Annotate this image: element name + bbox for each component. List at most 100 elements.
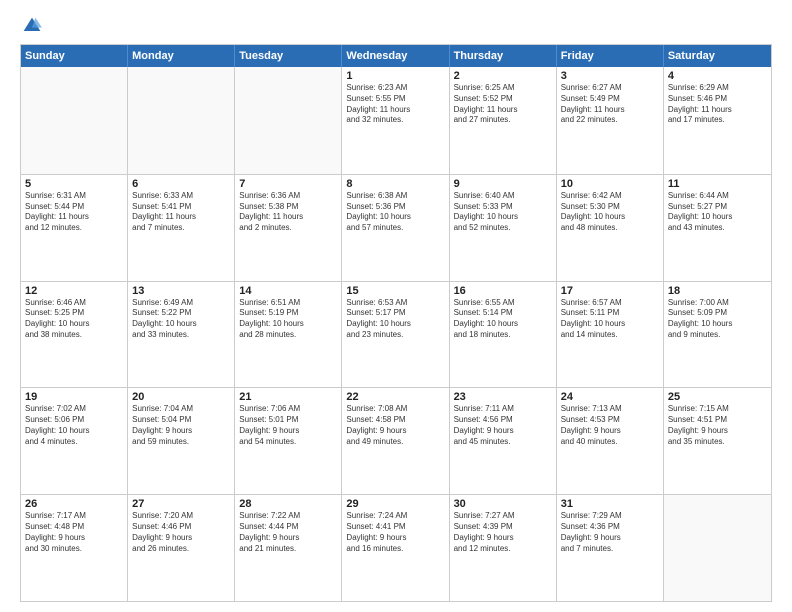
day-cell-11: 11Sunrise: 6:44 AM Sunset: 5:27 PM Dayli… xyxy=(664,175,771,281)
day-number: 6 xyxy=(132,178,230,190)
day-number: 1 xyxy=(346,70,444,82)
empty-cell xyxy=(235,67,342,174)
day-cell-15: 15Sunrise: 6:53 AM Sunset: 5:17 PM Dayli… xyxy=(342,282,449,388)
day-number: 3 xyxy=(561,70,659,82)
day-cell-26: 26Sunrise: 7:17 AM Sunset: 4:48 PM Dayli… xyxy=(21,495,128,601)
calendar-body: 1Sunrise: 6:23 AM Sunset: 5:55 PM Daylig… xyxy=(21,67,771,601)
day-number: 21 xyxy=(239,391,337,403)
day-info: Sunrise: 7:17 AM Sunset: 4:48 PM Dayligh… xyxy=(25,511,123,554)
day-cell-18: 18Sunrise: 7:00 AM Sunset: 5:09 PM Dayli… xyxy=(664,282,771,388)
calendar-row-5: 26Sunrise: 7:17 AM Sunset: 4:48 PM Dayli… xyxy=(21,494,771,601)
calendar-row-2: 5Sunrise: 6:31 AM Sunset: 5:44 PM Daylig… xyxy=(21,174,771,281)
day-info: Sunrise: 6:29 AM Sunset: 5:46 PM Dayligh… xyxy=(668,83,767,126)
day-info: Sunrise: 7:27 AM Sunset: 4:39 PM Dayligh… xyxy=(454,511,552,554)
day-cell-16: 16Sunrise: 6:55 AM Sunset: 5:14 PM Dayli… xyxy=(450,282,557,388)
page: SundayMondayTuesdayWednesdayThursdayFrid… xyxy=(0,0,792,612)
empty-cell xyxy=(664,495,771,601)
day-info: Sunrise: 7:00 AM Sunset: 5:09 PM Dayligh… xyxy=(668,298,767,341)
calendar-row-1: 1Sunrise: 6:23 AM Sunset: 5:55 PM Daylig… xyxy=(21,67,771,174)
header-day-wednesday: Wednesday xyxy=(342,45,449,67)
day-number: 27 xyxy=(132,498,230,510)
day-info: Sunrise: 6:51 AM Sunset: 5:19 PM Dayligh… xyxy=(239,298,337,341)
day-number: 15 xyxy=(346,285,444,297)
day-number: 2 xyxy=(454,70,552,82)
day-number: 9 xyxy=(454,178,552,190)
day-number: 30 xyxy=(454,498,552,510)
day-number: 29 xyxy=(346,498,444,510)
day-info: Sunrise: 6:42 AM Sunset: 5:30 PM Dayligh… xyxy=(561,191,659,234)
day-number: 7 xyxy=(239,178,337,190)
logo-icon xyxy=(22,16,42,36)
day-number: 13 xyxy=(132,285,230,297)
day-number: 25 xyxy=(668,391,767,403)
day-cell-30: 30Sunrise: 7:27 AM Sunset: 4:39 PM Dayli… xyxy=(450,495,557,601)
day-info: Sunrise: 7:08 AM Sunset: 4:58 PM Dayligh… xyxy=(346,404,444,447)
logo xyxy=(20,16,42,36)
day-info: Sunrise: 6:27 AM Sunset: 5:49 PM Dayligh… xyxy=(561,83,659,126)
day-info: Sunrise: 6:36 AM Sunset: 5:38 PM Dayligh… xyxy=(239,191,337,234)
day-info: Sunrise: 7:06 AM Sunset: 5:01 PM Dayligh… xyxy=(239,404,337,447)
day-number: 4 xyxy=(668,70,767,82)
day-info: Sunrise: 7:29 AM Sunset: 4:36 PM Dayligh… xyxy=(561,511,659,554)
day-info: Sunrise: 6:49 AM Sunset: 5:22 PM Dayligh… xyxy=(132,298,230,341)
day-info: Sunrise: 6:25 AM Sunset: 5:52 PM Dayligh… xyxy=(454,83,552,126)
calendar-row-3: 12Sunrise: 6:46 AM Sunset: 5:25 PM Dayli… xyxy=(21,281,771,388)
day-info: Sunrise: 7:11 AM Sunset: 4:56 PM Dayligh… xyxy=(454,404,552,447)
empty-cell xyxy=(128,67,235,174)
day-cell-3: 3Sunrise: 6:27 AM Sunset: 5:49 PM Daylig… xyxy=(557,67,664,174)
day-number: 5 xyxy=(25,178,123,190)
day-cell-14: 14Sunrise: 6:51 AM Sunset: 5:19 PM Dayli… xyxy=(235,282,342,388)
day-cell-13: 13Sunrise: 6:49 AM Sunset: 5:22 PM Dayli… xyxy=(128,282,235,388)
day-cell-21: 21Sunrise: 7:06 AM Sunset: 5:01 PM Dayli… xyxy=(235,388,342,494)
day-cell-7: 7Sunrise: 6:36 AM Sunset: 5:38 PM Daylig… xyxy=(235,175,342,281)
day-info: Sunrise: 6:23 AM Sunset: 5:55 PM Dayligh… xyxy=(346,83,444,126)
header-day-sunday: Sunday xyxy=(21,45,128,67)
header xyxy=(20,16,772,36)
day-cell-17: 17Sunrise: 6:57 AM Sunset: 5:11 PM Dayli… xyxy=(557,282,664,388)
calendar: SundayMondayTuesdayWednesdayThursdayFrid… xyxy=(20,44,772,602)
day-cell-5: 5Sunrise: 6:31 AM Sunset: 5:44 PM Daylig… xyxy=(21,175,128,281)
day-info: Sunrise: 7:02 AM Sunset: 5:06 PM Dayligh… xyxy=(25,404,123,447)
day-number: 17 xyxy=(561,285,659,297)
header-day-thursday: Thursday xyxy=(450,45,557,67)
day-number: 16 xyxy=(454,285,552,297)
day-number: 12 xyxy=(25,285,123,297)
day-cell-31: 31Sunrise: 7:29 AM Sunset: 4:36 PM Dayli… xyxy=(557,495,664,601)
day-info: Sunrise: 6:38 AM Sunset: 5:36 PM Dayligh… xyxy=(346,191,444,234)
day-cell-1: 1Sunrise: 6:23 AM Sunset: 5:55 PM Daylig… xyxy=(342,67,449,174)
day-number: 10 xyxy=(561,178,659,190)
day-info: Sunrise: 7:04 AM Sunset: 5:04 PM Dayligh… xyxy=(132,404,230,447)
day-number: 28 xyxy=(239,498,337,510)
day-number: 8 xyxy=(346,178,444,190)
day-number: 20 xyxy=(132,391,230,403)
day-cell-8: 8Sunrise: 6:38 AM Sunset: 5:36 PM Daylig… xyxy=(342,175,449,281)
day-cell-20: 20Sunrise: 7:04 AM Sunset: 5:04 PM Dayli… xyxy=(128,388,235,494)
day-number: 24 xyxy=(561,391,659,403)
day-info: Sunrise: 6:44 AM Sunset: 5:27 PM Dayligh… xyxy=(668,191,767,234)
day-info: Sunrise: 6:33 AM Sunset: 5:41 PM Dayligh… xyxy=(132,191,230,234)
day-cell-29: 29Sunrise: 7:24 AM Sunset: 4:41 PM Dayli… xyxy=(342,495,449,601)
header-day-monday: Monday xyxy=(128,45,235,67)
day-info: Sunrise: 6:55 AM Sunset: 5:14 PM Dayligh… xyxy=(454,298,552,341)
day-number: 23 xyxy=(454,391,552,403)
day-info: Sunrise: 6:40 AM Sunset: 5:33 PM Dayligh… xyxy=(454,191,552,234)
day-info: Sunrise: 6:53 AM Sunset: 5:17 PM Dayligh… xyxy=(346,298,444,341)
day-cell-24: 24Sunrise: 7:13 AM Sunset: 4:53 PM Dayli… xyxy=(557,388,664,494)
header-day-friday: Friday xyxy=(557,45,664,67)
day-number: 26 xyxy=(25,498,123,510)
day-info: Sunrise: 7:24 AM Sunset: 4:41 PM Dayligh… xyxy=(346,511,444,554)
day-number: 14 xyxy=(239,285,337,297)
day-info: Sunrise: 7:15 AM Sunset: 4:51 PM Dayligh… xyxy=(668,404,767,447)
day-cell-23: 23Sunrise: 7:11 AM Sunset: 4:56 PM Dayli… xyxy=(450,388,557,494)
day-info: Sunrise: 6:31 AM Sunset: 5:44 PM Dayligh… xyxy=(25,191,123,234)
day-info: Sunrise: 7:13 AM Sunset: 4:53 PM Dayligh… xyxy=(561,404,659,447)
day-cell-25: 25Sunrise: 7:15 AM Sunset: 4:51 PM Dayli… xyxy=(664,388,771,494)
day-number: 11 xyxy=(668,178,767,190)
header-day-tuesday: Tuesday xyxy=(235,45,342,67)
calendar-header: SundayMondayTuesdayWednesdayThursdayFrid… xyxy=(21,45,771,67)
day-cell-27: 27Sunrise: 7:20 AM Sunset: 4:46 PM Dayli… xyxy=(128,495,235,601)
day-cell-12: 12Sunrise: 6:46 AM Sunset: 5:25 PM Dayli… xyxy=(21,282,128,388)
day-info: Sunrise: 7:20 AM Sunset: 4:46 PM Dayligh… xyxy=(132,511,230,554)
day-info: Sunrise: 6:46 AM Sunset: 5:25 PM Dayligh… xyxy=(25,298,123,341)
calendar-row-4: 19Sunrise: 7:02 AM Sunset: 5:06 PM Dayli… xyxy=(21,387,771,494)
